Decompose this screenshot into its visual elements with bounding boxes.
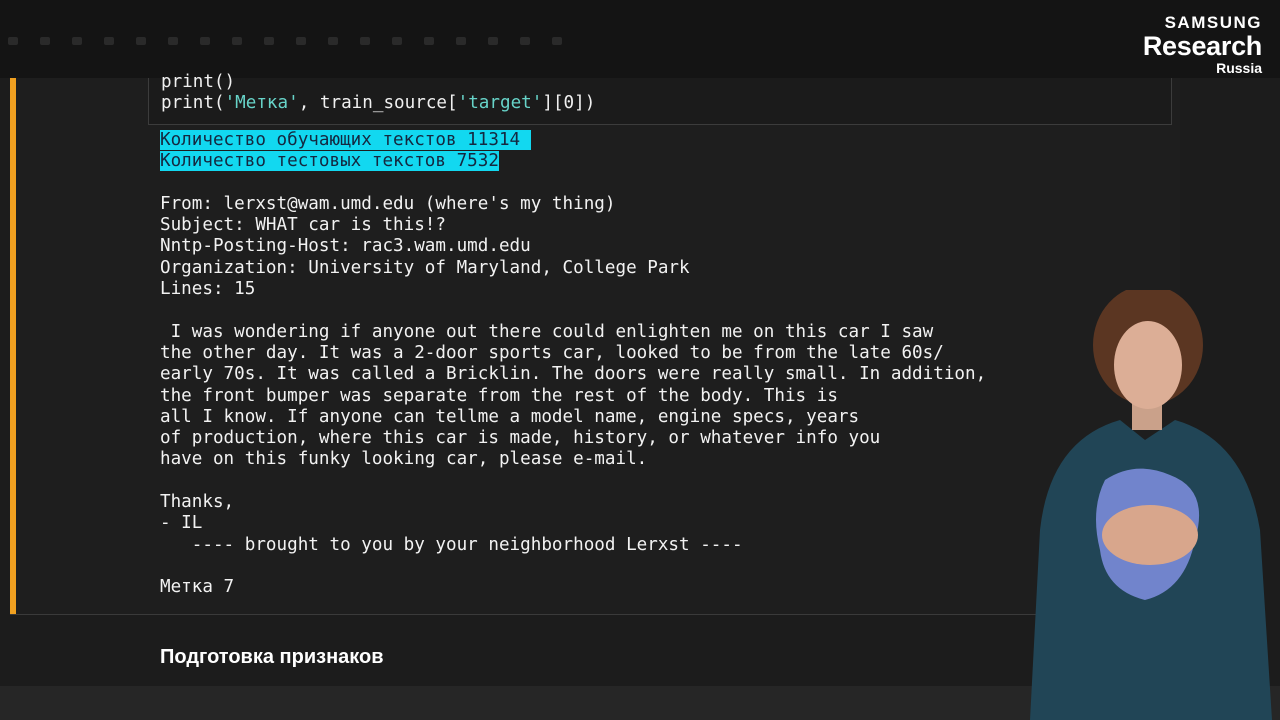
presenter-figure [1030,290,1272,720]
output-line: Thanks, [160,492,235,513]
top-bar: SAMSUNG Research Russia [0,0,1280,78]
cell-output: Количество обучающих текстов 11314 Колич… [160,130,986,599]
output-line: of production, where this car is made, h… [160,428,881,449]
toolbar-icon[interactable] [168,37,178,45]
highlighted-output-line: Количество обучающих текстов 11314 [160,130,531,150]
code-line-1: print() [161,72,236,92]
markdown-heading: Подготовка признаков [160,646,384,668]
toolbar-icon[interactable] [232,37,242,45]
toolbar-icon[interactable] [264,37,274,45]
toolbar-icon[interactable] [520,37,530,45]
output-text: Количество обучающих текстов 11314 Колич… [160,130,986,599]
brand-line3: Russia [1216,60,1262,76]
output-line: Lines: 15 [160,279,256,300]
output-line: Метка 7 [160,577,235,598]
output-line: all I know. If anyone can tellme a model… [160,406,860,427]
toolbar-icon[interactable] [424,37,434,45]
toolbar-icon[interactable] [104,37,114,45]
toolbar-icon[interactable] [456,37,466,45]
presenter-face [1114,321,1182,409]
presenter-hands [1102,505,1198,565]
code-line-2: print('Метка', train_source['target'][0]… [161,93,596,114]
output-line: the front bumper was separate from the r… [160,385,838,406]
output-line: Subject: WHAT car is this!? [160,215,446,236]
brand-line2: Research [1142,31,1262,61]
output-line: From: lerxst@wam.umd.edu (where's my thi… [160,193,616,214]
toolbar-icon[interactable] [136,37,146,45]
output-line: Nntp-Posting-Host: rac3.wam.umd.edu [160,236,531,257]
output-line: have on this funky looking car, please e… [160,449,648,470]
code-editor[interactable]: print() print('Метка', train_source['tar… [161,72,595,115]
output-line: I was wondering if anyone out there coul… [160,321,934,342]
output-line: Organization: University of Maryland, Co… [160,257,690,278]
brand-logo: SAMSUNG Research Russia [1143,14,1262,75]
toolbar [0,34,608,48]
toolbar-icon[interactable] [200,37,210,45]
toolbar-icon[interactable] [8,37,18,45]
toolbar-icon[interactable] [488,37,498,45]
code-input-cell[interactable]: print() print('Метка', train_source['tar… [148,72,1172,125]
toolbar-icon[interactable] [360,37,370,45]
output-line: the other day. It was a 2-door sports ca… [160,342,944,363]
notebook-cell[interactable]: print() print('Метка', train_source['tar… [10,72,1180,615]
output-line: ---- brought to you by your neighborhood… [160,534,743,555]
toolbar-icon[interactable] [296,37,306,45]
selected-cell-marker [10,78,16,614]
toolbar-icon[interactable] [552,37,562,45]
toolbar-icon[interactable] [40,37,50,45]
toolbar-icon[interactable] [72,37,82,45]
toolbar-icon[interactable] [392,37,402,45]
toolbar-icon[interactable] [328,37,338,45]
output-line: - IL [160,513,203,534]
brand-line1: SAMSUNG [1164,13,1262,32]
highlighted-output-line: Количество тестовых текстов 7532 [160,151,499,172]
output-line: early 70s. It was called a Bricklin. The… [160,364,987,385]
